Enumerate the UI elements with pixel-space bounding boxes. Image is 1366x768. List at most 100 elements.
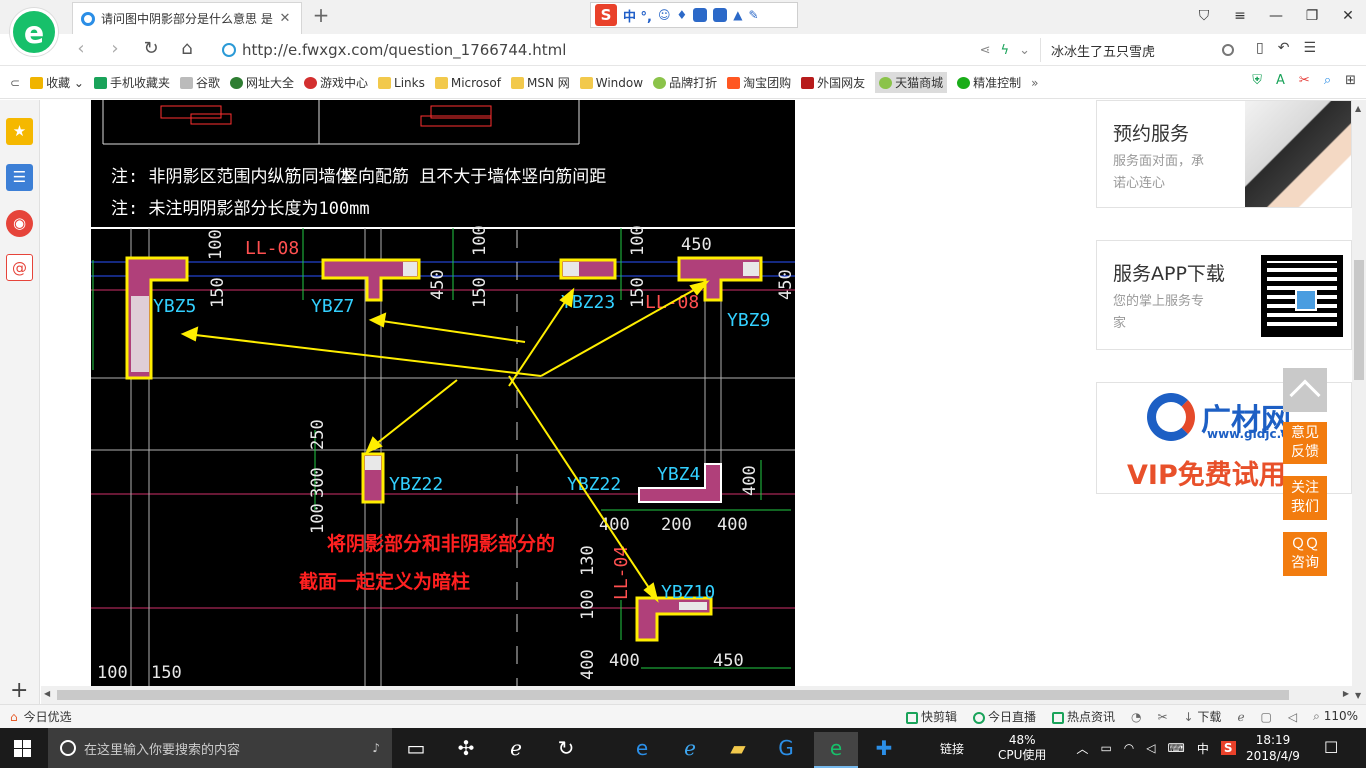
email-icon[interactable]: @ [6, 254, 33, 281]
back-to-top-button[interactable] [1283, 368, 1327, 412]
bookmark-item[interactable]: 手机收藏夹 [93, 74, 170, 91]
feedback-button[interactable]: 意见 反馈 [1283, 422, 1327, 464]
edge-legacy-icon[interactable]: ℯ [494, 732, 538, 768]
sogou-tray-icon[interactable]: S [1220, 741, 1236, 755]
bookmark-folder[interactable]: MSN 网 [510, 74, 570, 91]
ime-indicator[interactable]: 中 [1197, 740, 1209, 757]
tools-icon[interactable]: ✂ [1157, 710, 1167, 724]
bookmark-folder[interactable]: Microsof [434, 76, 501, 90]
share-icon[interactable]: ⋖ [980, 43, 991, 58]
browser-taskbar-icon[interactable]: e [814, 732, 858, 768]
news-list-icon[interactable]: ☰ [6, 164, 33, 191]
menu-lines-icon[interactable]: ☰ [1303, 40, 1316, 56]
url-field[interactable]: http://e.fwxgx.com/question_1766744.html… [222, 38, 1030, 62]
battery-icon[interactable]: ▭ [1100, 741, 1111, 755]
start-button[interactable] [14, 740, 31, 757]
find-icon[interactable]: ⌕ [1324, 73, 1331, 88]
glodon-app-icon[interactable]: G [764, 732, 808, 768]
pinwheel-app-icon[interactable]: ✣ [444, 732, 488, 768]
bookmark-item[interactable]: 精准控制 [957, 74, 1021, 91]
app-download-card[interactable]: 服务APP下载 您的掌上服务专 家 [1096, 240, 1352, 350]
blue-plus-app-icon[interactable]: ✚ [862, 732, 906, 768]
tray-chevron-up-icon[interactable]: ︿ [1076, 740, 1088, 757]
qr-code-icon[interactable] [1261, 255, 1343, 337]
search-input[interactable]: 冰冰生了五只雪虎 [1051, 41, 1222, 60]
lightning-icon[interactable]: ϟ [1001, 43, 1010, 58]
menu-icon[interactable]: ≡ [1222, 0, 1258, 34]
bookmark-item[interactable]: 品牌打折 [653, 74, 717, 91]
gift-icon[interactable]: ⌂ [10, 710, 18, 724]
wifi-icon[interactable]: ◠ [1124, 741, 1134, 755]
back-arrow-icon[interactable]: ‹ [70, 38, 92, 59]
weibo-icon[interactable]: ◉ [6, 210, 33, 237]
horizontal-scroll-thumb[interactable] [57, 690, 1289, 700]
qq-consult-button[interactable]: ＱＱ 咨询 [1283, 532, 1327, 576]
bookmark-item[interactable]: 游戏中心 [304, 74, 368, 91]
search-icon[interactable] [1222, 44, 1234, 56]
browser-tab[interactable]: 请问图中阴影部分是什么意思 是 ✕ [72, 2, 302, 34]
file-explorer-icon[interactable]: ▰ [716, 732, 760, 768]
ie-mode-icon[interactable]: ℯ [1237, 710, 1244, 724]
status-item[interactable]: 快剪辑 [905, 708, 957, 725]
ime-toolbar[interactable]: S 中 °, ☺ ♦ ▲ ✎ [590, 2, 798, 28]
volume-icon[interactable]: ◁ [1146, 741, 1155, 755]
microphone-icon[interactable]: ♪ [372, 741, 380, 755]
apps-grid-icon[interactable]: ⊞ [1345, 73, 1356, 88]
minimize-button[interactable]: — [1258, 0, 1294, 34]
notification-icon[interactable]: ☐ [1324, 738, 1338, 757]
internet-explorer-icon[interactable]: ℯ [668, 732, 712, 768]
scroll-down-icon[interactable]: ▼ [1355, 691, 1361, 700]
bookmark-item[interactable]: 谷歌 [179, 74, 220, 91]
url-text[interactable]: http://e.fwxgx.com/question_1766744.html [242, 41, 566, 59]
taskbar-search-input[interactable]: 在这里输入你要搜索的内容 [84, 739, 372, 758]
bookmark-item[interactable]: 收藏 ⌄ [30, 74, 84, 91]
skin-icon[interactable]: ▲ [733, 8, 742, 22]
add-sidebar-button[interactable]: + [10, 678, 28, 703]
shield-icon[interactable]: ⛨ [1252, 73, 1262, 88]
close-window-button[interactable]: ✕ [1330, 0, 1366, 34]
edge-browser-icon[interactable]: e [620, 732, 664, 768]
horizontal-scrollbar[interactable]: ◀ ▶ [41, 686, 1352, 704]
user-icon[interactable] [713, 8, 728, 22]
vertical-scroll-thumb[interactable] [1354, 260, 1364, 380]
close-tab-icon[interactable]: ✕ [277, 11, 293, 26]
undo-icon[interactable]: ↶ [1278, 40, 1290, 56]
bookmark-item[interactable]: 天猫商城 [875, 72, 948, 93]
mute-icon[interactable]: ◁ [1288, 710, 1297, 724]
taskbar-search[interactable]: 在这里输入你要搜索的内容 ♪ [48, 728, 392, 768]
restore-button[interactable]: ❐ [1294, 0, 1330, 34]
search-box[interactable]: 冰冰生了五只雪虎 [1040, 38, 1240, 62]
zoom-control[interactable]: ⌕ 110% [1313, 709, 1358, 724]
cpu-meter[interactable]: 48% CPU使用 [998, 733, 1046, 763]
new-tab-button[interactable]: + [310, 4, 332, 28]
booking-service-card[interactable]: 预约服务 服务面对面，承 诺心连心 [1096, 100, 1352, 208]
scroll-right-icon[interactable]: ▶ [1343, 689, 1349, 698]
today-picks-link[interactable]: 今日优选 [24, 708, 72, 725]
status-item[interactable]: 今日直播 [972, 708, 1036, 725]
bookmark-folder[interactable]: Links [378, 76, 425, 90]
translate-icon[interactable]: A [1276, 73, 1285, 88]
chevron-down-icon[interactable]: ⌄ [1019, 43, 1030, 58]
bookmarks-toggle-icon[interactable]: ⊂ [10, 76, 20, 90]
mic-icon[interactable]: ♦ [676, 8, 687, 22]
phone-icon[interactable]: ▯ [1256, 40, 1264, 56]
links-toolbar[interactable]: 链接 [940, 740, 964, 757]
bookmark-item[interactable]: 外国网友 [801, 74, 865, 91]
speed-icon[interactable]: ◔ [1131, 710, 1141, 724]
skin-shirt-icon[interactable]: ⛉ [1186, 0, 1222, 34]
status-item[interactable]: 热点资讯 [1051, 708, 1115, 725]
keyboard-icon[interactable] [693, 8, 708, 22]
swirl-app-icon[interactable]: ↻ [544, 732, 588, 768]
keyboard-tray-icon[interactable]: ⌨ [1168, 741, 1185, 755]
sogou-icon[interactable]: S [595, 4, 617, 26]
emoji-icon[interactable]: ☺ [658, 8, 671, 22]
forward-arrow-icon[interactable]: › [104, 38, 126, 59]
window-icon[interactable]: ▢ [1261, 710, 1272, 724]
download-button[interactable]: ↓ 下载 [1184, 708, 1222, 725]
bookmark-folder[interactable]: Window [579, 76, 643, 90]
follow-us-button[interactable]: 关注 我们 [1283, 476, 1327, 520]
favorites-star-icon[interactable]: ★ [6, 118, 33, 145]
reload-icon[interactable]: ↻ [140, 38, 162, 59]
scissors-icon[interactable]: ✂ [1299, 73, 1310, 88]
vertical-scrollbar[interactable]: ▲ ▼ [1352, 100, 1366, 704]
